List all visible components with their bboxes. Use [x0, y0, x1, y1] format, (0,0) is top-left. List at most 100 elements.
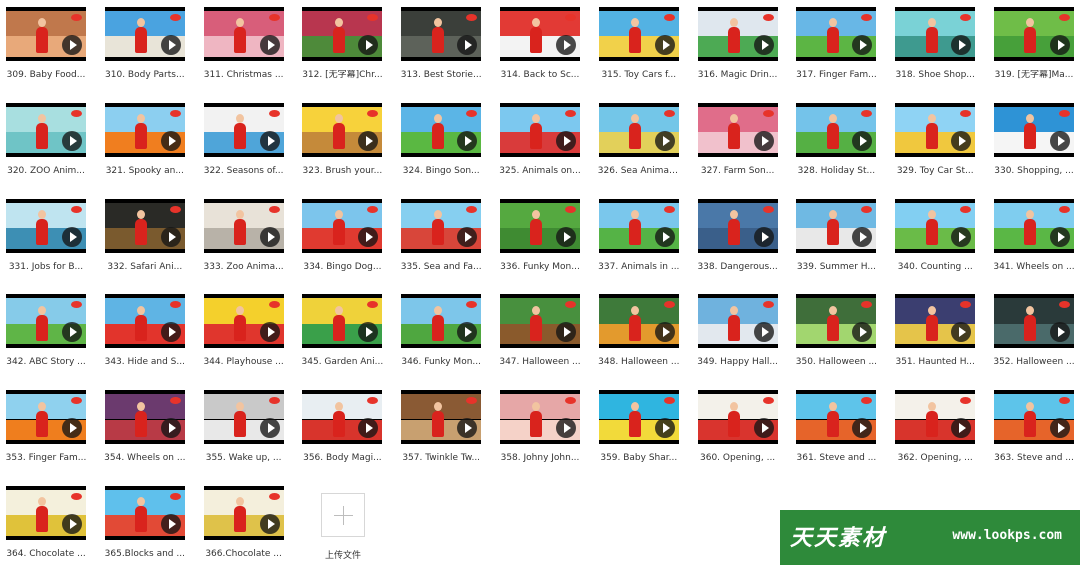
video-file-item[interactable]: 320. ZOO Anim... [5, 102, 87, 187]
play-icon[interactable] [951, 226, 972, 247]
play-icon[interactable] [160, 35, 181, 55]
video-file-item[interactable]: 336. Funky Mon... [499, 198, 581, 283]
play-icon[interactable] [259, 322, 280, 343]
video-file-item[interactable]: 321. Spooky an... [104, 102, 186, 187]
video-file-item[interactable]: 343. Hide and S... [104, 294, 186, 378]
play-icon[interactable] [654, 130, 675, 151]
video-file-item[interactable]: 366.Chocolate ... [203, 486, 285, 570]
video-file-item[interactable]: 351. Haunted H... [894, 294, 976, 378]
video-file-item[interactable]: 313. Best Storie... [400, 7, 482, 91]
play-icon[interactable] [753, 130, 774, 151]
play-icon[interactable] [160, 514, 181, 534]
video-file-item[interactable]: 312. [无字幕]Chr... [301, 7, 383, 91]
video-file-item[interactable]: 344. Playhouse ... [203, 294, 285, 378]
video-file-item[interactable]: 331. Jobs for B... [5, 198, 87, 283]
video-file-item[interactable]: 347. Halloween ... [499, 294, 581, 378]
play-icon[interactable] [753, 322, 774, 343]
video-file-item[interactable]: 337. Animals in ... [598, 198, 680, 283]
video-file-item[interactable]: 364. Chocolate ... [5, 486, 87, 570]
video-file-item[interactable]: 310. Body Parts... [104, 7, 186, 91]
video-file-item[interactable]: 350. Halloween ... [795, 294, 877, 378]
video-file-item[interactable]: 346. Funky Mon... [400, 294, 482, 378]
video-file-item[interactable]: 333. Zoo Anima... [203, 198, 285, 283]
video-file-item[interactable]: 328. Holiday St... [795, 102, 877, 187]
play-icon[interactable] [259, 35, 280, 55]
video-file-item[interactable]: 338. Dangerous... [697, 198, 779, 283]
play-icon[interactable] [556, 35, 576, 55]
play-icon[interactable] [753, 35, 774, 55]
play-icon[interactable] [160, 226, 181, 247]
video-file-item[interactable]: 332. Safari Ani... [104, 198, 186, 283]
video-file-item[interactable]: 365.Blocks and ... [104, 486, 186, 570]
play-icon[interactable] [556, 226, 576, 247]
upload-file-button[interactable]: 上传文件 [313, 493, 373, 563]
video-file-item[interactable]: 317. Finger Fam... [795, 7, 877, 91]
video-file-item[interactable]: 341. Wheels on ... [993, 198, 1075, 283]
video-file-item[interactable]: 342. ABC Story ... [5, 294, 87, 378]
video-file-item[interactable]: 353. Finger Fam... [5, 390, 87, 474]
video-file-item[interactable]: 326. Sea Animal... [598, 102, 680, 187]
play-icon[interactable] [160, 130, 181, 151]
play-icon[interactable] [753, 418, 774, 439]
video-file-item[interactable]: 363. Steve and ... [993, 390, 1075, 474]
video-file-item[interactable]: 356. Body Magi... [301, 390, 383, 474]
video-file-item[interactable]: 327. Farm Son... [697, 102, 779, 187]
video-file-item[interactable]: 319. [无字幕]Ma... [993, 7, 1075, 91]
video-file-item[interactable]: 349. Happy Hall... [697, 294, 779, 378]
play-icon[interactable] [852, 226, 873, 247]
video-file-item[interactable]: 315. Toy Cars f... [598, 7, 680, 91]
video-file-item[interactable]: 309. Baby Food... [5, 7, 87, 91]
play-icon[interactable] [1050, 35, 1070, 55]
play-icon[interactable] [62, 35, 82, 55]
play-icon[interactable] [358, 226, 379, 247]
video-file-item[interactable]: 360. Opening, ... [697, 390, 779, 474]
video-file-item[interactable]: 329. Toy Car St... [894, 102, 976, 187]
video-file-item[interactable]: 348. Halloween ... [598, 294, 680, 378]
video-file-item[interactable]: 325. Animals on... [499, 102, 581, 187]
play-icon[interactable] [654, 226, 675, 247]
video-file-item[interactable]: 335. Sea and Fa... [400, 198, 482, 283]
video-file-item[interactable]: 323. Brush your... [301, 102, 383, 187]
video-file-item[interactable]: 318. Shoe Shop... [894, 7, 976, 91]
video-file-item[interactable]: 355. Wake up, ... [203, 390, 285, 474]
video-file-item[interactable]: 354. Wheels on ... [104, 390, 186, 474]
video-file-item[interactable]: 361. Steve and ... [795, 390, 877, 474]
play-icon[interactable] [457, 130, 478, 151]
video-file-item[interactable]: 352. Halloween ... [993, 294, 1075, 378]
video-file-item[interactable]: 322. Seasons of... [203, 102, 285, 187]
video-file-item[interactable]: 311. Christmas ... [203, 7, 285, 91]
video-file-item[interactable]: 324. Bingo Son... [400, 102, 482, 187]
play-icon[interactable] [62, 514, 82, 534]
play-icon[interactable] [259, 514, 280, 534]
video-file-item[interactable]: 362. Opening, ... [894, 390, 976, 474]
channel-logo-icon [762, 109, 774, 117]
video-file-name: 317. Finger Fam... [796, 70, 877, 80]
video-file-item[interactable]: 334. Bingo Dog... [301, 198, 383, 283]
play-icon[interactable] [259, 130, 280, 151]
play-icon[interactable] [259, 418, 280, 439]
video-file-item[interactable]: 316. Magic Drin... [697, 7, 779, 91]
video-file-name: 355. Wake up, ... [205, 453, 282, 464]
video-file-item[interactable]: 330. Shopping, ... [993, 102, 1075, 187]
play-icon[interactable] [654, 418, 675, 439]
video-thumbnail [302, 7, 383, 61]
video-file-item[interactable]: 345. Garden Ani... [301, 294, 383, 378]
play-icon[interactable] [654, 35, 675, 55]
video-file-item[interactable]: 357. Twinkle Tw... [400, 390, 482, 474]
play-icon[interactable] [951, 130, 972, 151]
video-file-item[interactable]: 340. Counting ... [894, 198, 976, 283]
video-file-item[interactable]: 314. Back to Sc... [499, 7, 581, 91]
play-icon[interactable] [457, 226, 478, 247]
play-icon[interactable] [1050, 130, 1070, 151]
video-file-item[interactable]: 359. Baby Shar... [598, 390, 680, 474]
play-icon[interactable] [753, 226, 774, 247]
video-file-item[interactable]: 339. Summer H... [795, 198, 877, 283]
play-icon[interactable] [160, 418, 181, 439]
play-icon[interactable] [62, 226, 82, 247]
video-file-name: 354. Wheels on ... [104, 453, 186, 464]
play-icon[interactable] [1050, 226, 1070, 247]
play-icon[interactable] [62, 130, 82, 151]
video-file-item[interactable]: 358. Johny John... [499, 390, 581, 474]
play-icon[interactable] [556, 130, 576, 151]
play-icon[interactable] [259, 226, 280, 247]
